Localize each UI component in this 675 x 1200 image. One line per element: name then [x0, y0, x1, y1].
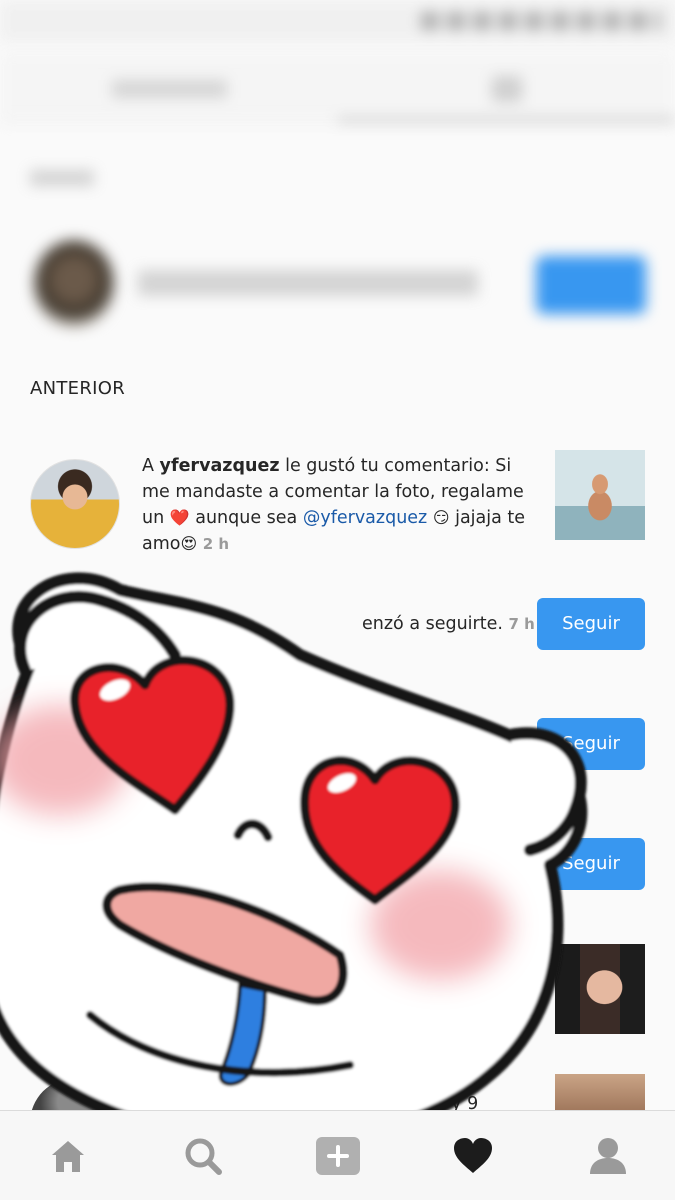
- activity-tabs: [0, 52, 675, 122]
- heart-icon: [453, 1137, 492, 1173]
- follow-button[interactable]: Seguir: [537, 598, 645, 650]
- nav-activity[interactable]: [405, 1111, 540, 1200]
- tab-active-indicator: [338, 118, 675, 122]
- follow-button[interactable]: Seguir: [537, 838, 645, 890]
- tab-following[interactable]: [112, 80, 227, 98]
- section-header-requests: [30, 170, 94, 186]
- post-thumbnail[interactable]: [555, 450, 645, 540]
- nav-add[interactable]: [270, 1111, 405, 1200]
- nav-search[interactable]: [135, 1111, 270, 1200]
- nav-profile[interactable]: [540, 1111, 675, 1200]
- nav-home[interactable]: [0, 1111, 135, 1200]
- timestamp: 2 h: [202, 535, 230, 553]
- post-thumbnail[interactable]: [555, 944, 645, 1034]
- bottom-navigation: [0, 1110, 675, 1200]
- activity-text: enzó a seguirte. 7 h: [362, 614, 535, 634]
- status-icons: [421, 12, 661, 30]
- search-icon: [185, 1138, 222, 1175]
- request-text: [138, 270, 478, 296]
- mention-link[interactable]: @yfervazquez: [303, 508, 427, 528]
- avatar[interactable]: [34, 240, 114, 328]
- activity-text-part: aunque sea: [189, 508, 303, 528]
- activity-text: A yfervazquez le gustó tu comentario: Si…: [142, 453, 538, 557]
- avatar[interactable]: [30, 459, 120, 549]
- love-emoji: 😍: [180, 534, 198, 553]
- activity-prefix: A: [142, 456, 160, 476]
- activity-username[interactable]: yfervazquez: [160, 456, 280, 476]
- post-thumbnail[interactable]: [555, 1074, 645, 1114]
- timestamp: 7 h: [508, 615, 535, 633]
- status-bar: [0, 0, 675, 42]
- request-button[interactable]: [536, 256, 646, 314]
- home-icon: [51, 1140, 84, 1172]
- smirk-emoji: 😏: [432, 508, 450, 527]
- heart-emoji: ❤️: [169, 508, 190, 527]
- add-icon: [315, 1136, 360, 1175]
- follow-button[interactable]: Seguir: [537, 718, 645, 770]
- section-header-earlier: ANTERIOR: [30, 378, 126, 399]
- tab-you[interactable]: [492, 76, 522, 102]
- profile-icon: [589, 1137, 626, 1174]
- heart-eyes-bear-sticker: [0, 572, 588, 1145]
- activity-text-part: enzó a seguirte.: [362, 614, 503, 634]
